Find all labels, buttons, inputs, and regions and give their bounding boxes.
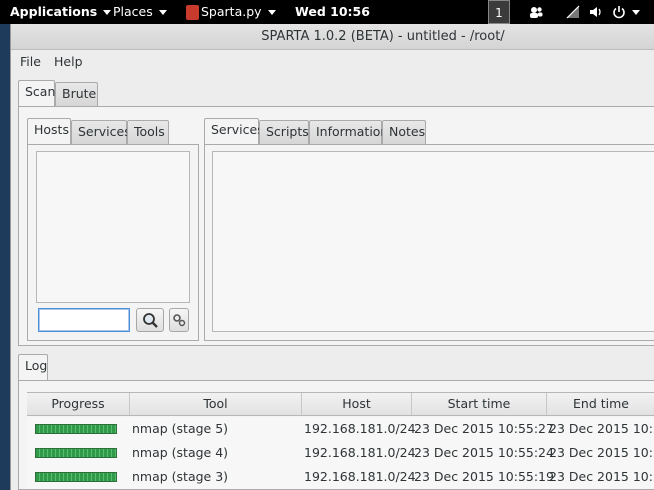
places-label: Places (113, 4, 153, 19)
progress-bar (35, 472, 117, 482)
tab-services-left[interactable]: Services (71, 120, 131, 144)
clock[interactable]: Wed 10:56 (295, 0, 370, 24)
search-icon (143, 313, 158, 328)
chevron-down-icon (158, 10, 167, 15)
log-table-header: Progress Tool Host Start time End time (27, 392, 654, 416)
log-start-time: 23 Dec 2015 10:55:19 (414, 469, 554, 484)
network-icon[interactable] (566, 5, 580, 19)
tab-hosts[interactable]: Hosts (27, 118, 71, 144)
progress-fill (36, 449, 116, 457)
applications-menu[interactable]: Applications (10, 0, 112, 24)
file-menu[interactable]: File (20, 52, 41, 72)
log-row[interactable]: nmap (stage 4) 192.168.181.0/24 23 Dec 2… (27, 441, 654, 465)
window-titlebar[interactable]: SPARTA 1.0.2 (BETA) - untitled - /root/ (11, 24, 654, 50)
tab-information[interactable]: Information (309, 120, 388, 144)
column-progress[interactable]: Progress (27, 393, 130, 415)
tab-notes[interactable]: Notes (382, 120, 426, 144)
progress-bar (35, 424, 117, 434)
tab-scan[interactable]: Scan (18, 80, 55, 106)
window-title: SPARTA 1.0.2 (BETA) - untitled - /root/ (261, 29, 505, 44)
log-end-time: 23 Dec 2015 10:55 (549, 445, 654, 460)
system-menu-chevron-icon[interactable] (632, 10, 640, 15)
clock-label: Wed 10:56 (295, 4, 370, 19)
log-end-time: 23 Dec 2015 10:55 (549, 469, 654, 484)
options-button[interactable] (169, 308, 189, 332)
users-icon[interactable] (529, 5, 543, 19)
volume-icon[interactable] (589, 5, 603, 19)
search-button[interactable] (136, 308, 164, 332)
log-end-time: 23 Dec 2015 10:55 (549, 421, 654, 436)
log-host: 192.168.181.0/24 (304, 445, 416, 460)
top-bar: Applications Places Sparta.py Wed 10:56 … (0, 0, 654, 24)
chevron-down-icon (103, 10, 112, 15)
app-menu[interactable]: Sparta.py (186, 0, 276, 24)
tab-tools[interactable]: Tools (127, 120, 169, 144)
tab-scripts[interactable]: Scripts (259, 120, 309, 144)
workspace-number: 1 (495, 6, 503, 20)
progress-bar (35, 448, 117, 458)
sparta-app-icon (186, 5, 199, 20)
gear-icon (173, 314, 186, 327)
column-host[interactable]: Host (302, 393, 412, 415)
hosts-list[interactable] (36, 151, 190, 303)
chevron-down-icon (267, 10, 276, 15)
log-start-time: 23 Dec 2015 10:55:24 (414, 445, 554, 460)
log-host: 192.168.181.0/24 (304, 469, 416, 484)
column-tool[interactable]: Tool (130, 393, 302, 415)
log-host: 192.168.181.0/24 (304, 421, 416, 436)
host-filter-input[interactable] (38, 308, 130, 332)
help-menu[interactable]: Help (54, 52, 83, 72)
progress-fill (36, 473, 116, 481)
log-tool: nmap (stage 3) (132, 469, 229, 484)
services-table[interactable] (212, 151, 654, 332)
tab-log[interactable]: Log (18, 354, 48, 380)
places-menu[interactable]: Places (113, 0, 167, 24)
column-end-time[interactable]: End time (547, 393, 654, 415)
app-menu-label: Sparta.py (201, 4, 262, 19)
log-tool: nmap (stage 5) (132, 421, 229, 436)
applications-label: Applications (10, 4, 98, 19)
log-row[interactable]: nmap (stage 3) 192.168.181.0/24 23 Dec 2… (27, 465, 654, 489)
tab-brute[interactable]: Brute (55, 82, 98, 106)
workspace-indicator[interactable]: 1 (488, 0, 510, 24)
log-tool: nmap (stage 4) (132, 445, 229, 460)
sparta-window: SPARTA 1.0.2 (BETA) - untitled - /root/ … (10, 24, 654, 490)
log-start-time: 23 Dec 2015 10:55:27 (414, 421, 554, 436)
power-icon[interactable] (612, 5, 626, 19)
tab-services[interactable]: Services (204, 118, 264, 144)
log-row[interactable]: nmap (stage 5) 192.168.181.0/24 23 Dec 2… (27, 417, 654, 441)
column-start-time[interactable]: Start time (412, 393, 547, 415)
progress-fill (36, 425, 116, 433)
